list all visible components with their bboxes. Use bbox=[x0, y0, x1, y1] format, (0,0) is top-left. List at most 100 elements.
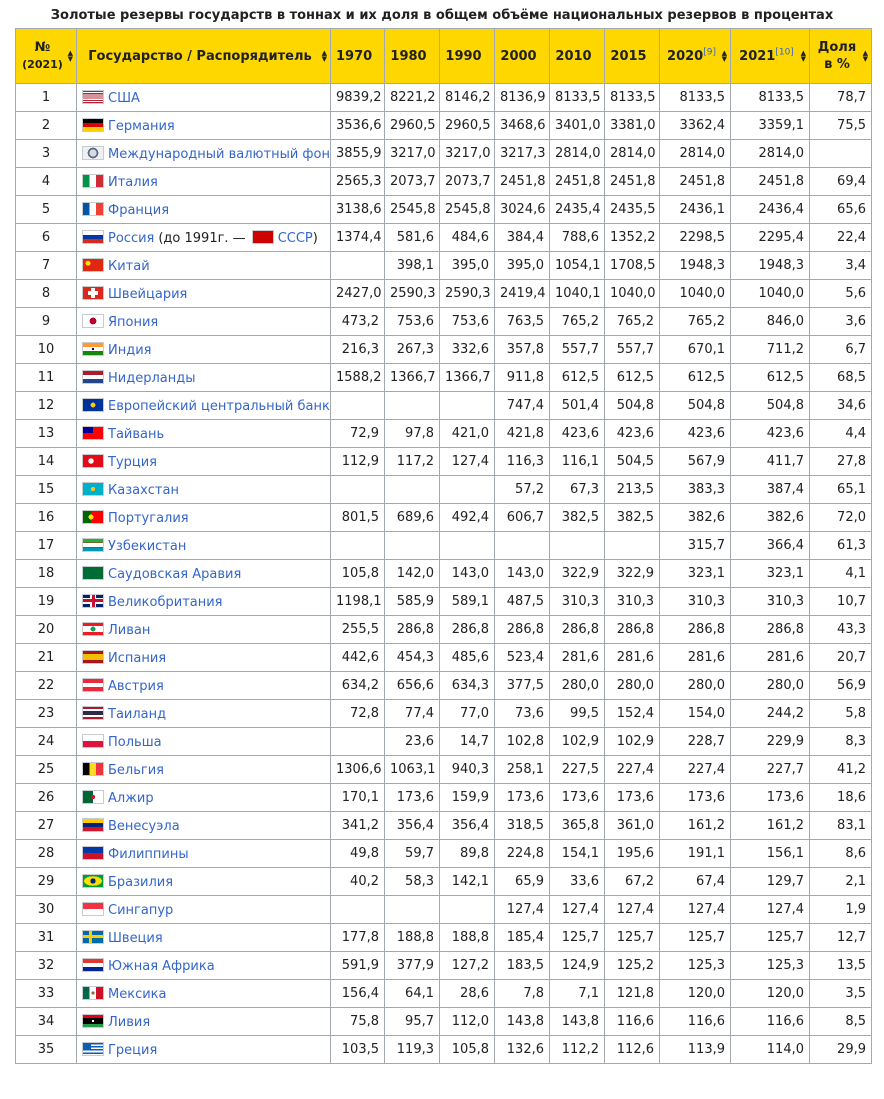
country-link[interactable]: Индия bbox=[108, 343, 151, 358]
rank-cell: 35 bbox=[15, 1035, 77, 1064]
value-cell-1990 bbox=[439, 391, 495, 420]
country-link[interactable]: Польша bbox=[108, 735, 162, 750]
value-cell-2020: 2298,5 bbox=[659, 223, 731, 252]
col-header-rank[interactable]: № (2021) ▲ ▼ bbox=[15, 28, 77, 84]
table-row: 9 Япония 473,2 753,6 753,6 763,5 765,2 765,2 765… bbox=[15, 307, 872, 336]
country-link[interactable]: Сингапур bbox=[108, 903, 173, 918]
value-cell-1970: 442,6 bbox=[330, 643, 385, 672]
value-cell-2000: 2419,4 bbox=[494, 279, 550, 308]
value-cell-1990: 105,8 bbox=[439, 1035, 495, 1064]
value-cell-1980: 656,6 bbox=[384, 671, 440, 700]
country-link[interactable]: Саудовская Аравия bbox=[108, 567, 241, 582]
table-row: 26 Алжир 170,1 173,6 159,9 173,6 173,6 173,6 173… bbox=[15, 783, 872, 812]
value-cell-1970 bbox=[330, 251, 385, 280]
value-cell-share: 1,9 bbox=[809, 895, 872, 924]
country-link[interactable]: Тайвань bbox=[108, 427, 164, 442]
country-link[interactable]: Германия bbox=[108, 119, 175, 134]
value-cell-2021: 366,4 bbox=[730, 531, 810, 560]
value-cell-2015: 227,4 bbox=[604, 755, 660, 784]
value-cell-share: 29,9 bbox=[809, 1035, 872, 1064]
country-link[interactable]: Китай bbox=[108, 259, 150, 274]
country-link[interactable]: Великобритания bbox=[108, 595, 223, 610]
reference-link[interactable]: [10] bbox=[775, 47, 793, 57]
country-link[interactable]: Международный валютный фонд bbox=[108, 147, 330, 162]
country-cell: Испания bbox=[76, 643, 331, 672]
value-cell-1970: 801,5 bbox=[330, 503, 385, 532]
table-row: 3 Международный валютный фонд 3855,9 3217,0… bbox=[15, 139, 872, 168]
value-cell-share: 20,7 bbox=[809, 643, 872, 672]
col-header-share[interactable]: Доля в % ▲ ▼ bbox=[809, 28, 872, 84]
country-link[interactable]: Турция bbox=[108, 455, 157, 470]
country-link[interactable]: Мексика bbox=[108, 987, 166, 1002]
value-cell-1980: 119,3 bbox=[384, 1035, 440, 1064]
country-link[interactable]: Италия bbox=[108, 175, 158, 190]
value-cell-1990: 127,4 bbox=[439, 447, 495, 476]
country-cell: Швейцария bbox=[76, 279, 331, 308]
value-cell-share: 69,4 bbox=[809, 167, 872, 196]
col-header-1990[interactable]: 1990 bbox=[439, 28, 495, 84]
col-header-1980[interactable]: 1980 bbox=[384, 28, 440, 84]
value-cell-2015: 173,6 bbox=[604, 783, 660, 812]
value-cell-2010: 227,5 bbox=[549, 755, 605, 784]
value-cell-1980: 356,4 bbox=[384, 811, 440, 840]
country-link[interactable]: Греция bbox=[108, 1043, 157, 1058]
value-cell-2000: 395,0 bbox=[494, 251, 550, 280]
country-link[interactable]: Южная Африка bbox=[108, 959, 215, 974]
value-cell-2000: 286,8 bbox=[494, 615, 550, 644]
sort-icon[interactable]: ▲ ▼ bbox=[68, 50, 73, 63]
sort-icon[interactable]: ▲ ▼ bbox=[322, 50, 327, 63]
country-link[interactable]: Таиланд bbox=[108, 707, 166, 722]
col-header-1970[interactable]: 1970 bbox=[330, 28, 385, 84]
country-link[interactable]: Нидерланды bbox=[108, 371, 196, 386]
value-cell-2010: 127,4 bbox=[549, 895, 605, 924]
col-header-2000[interactable]: 2000 bbox=[494, 28, 550, 84]
value-cell-1970: 9839,2 bbox=[330, 83, 385, 112]
value-cell-2021: 116,6 bbox=[730, 1007, 810, 1036]
rank-cell: 10 bbox=[15, 335, 77, 364]
country-link[interactable]: Филиппины bbox=[108, 847, 189, 862]
country-link[interactable]: Казахстан bbox=[108, 483, 179, 498]
value-cell-1970: 1198,1 bbox=[330, 587, 385, 616]
value-cell-1980: 117,2 bbox=[384, 447, 440, 476]
value-cell-1970: 3536,6 bbox=[330, 111, 385, 140]
flag-switzerland-icon bbox=[82, 285, 104, 300]
col-header-1990-label: 1990 bbox=[445, 48, 482, 64]
value-cell-2020: 125,3 bbox=[659, 951, 731, 980]
col-header-2021[interactable]: 2021[10] ▲ ▼ bbox=[730, 28, 810, 84]
country-link[interactable]: СССР bbox=[278, 231, 313, 246]
country-link[interactable]: Узбекистан bbox=[108, 539, 186, 554]
country-link[interactable]: Япония bbox=[108, 315, 158, 330]
reference-link[interactable]: [9] bbox=[703, 47, 716, 57]
country-link[interactable]: Австрия bbox=[108, 679, 164, 694]
country-link[interactable]: Ливия bbox=[108, 1015, 150, 1030]
country-link[interactable]: Бразилия bbox=[108, 875, 173, 890]
sort-icon[interactable]: ▲ ▼ bbox=[863, 50, 868, 63]
country-link[interactable]: Бельгия bbox=[108, 763, 164, 778]
country-link[interactable]: Алжир bbox=[108, 791, 154, 806]
table-row: 33 Мексика 156,4 64,1 28,6 7,8 7,1 121,8 120,0 12… bbox=[15, 979, 872, 1008]
country-link[interactable]: Европейский центральный банк bbox=[108, 399, 330, 414]
value-cell-2020: 423,6 bbox=[659, 419, 731, 448]
value-cell-2000: 143,0 bbox=[494, 559, 550, 588]
value-cell-1970: 72,8 bbox=[330, 699, 385, 728]
country-link[interactable]: США bbox=[108, 91, 140, 106]
sort-icon[interactable]: ▲ ▼ bbox=[801, 50, 806, 63]
country-link[interactable]: Венесуэла bbox=[108, 819, 180, 834]
country-link[interactable]: Швейцария bbox=[108, 287, 187, 302]
country-link[interactable]: Швеция bbox=[108, 931, 163, 946]
country-cell: Германия bbox=[76, 111, 331, 140]
sort-icon[interactable]: ▲ ▼ bbox=[722, 50, 727, 63]
country-link[interactable]: Португалия bbox=[108, 511, 189, 526]
country-link[interactable]: Ливан bbox=[108, 623, 150, 638]
col-header-2020[interactable]: 2020[9] ▲ ▼ bbox=[659, 28, 731, 84]
country-link[interactable]: Россия bbox=[108, 231, 154, 246]
col-header-country[interactable]: Государство / Распорядитель ▲ ▼ bbox=[76, 28, 331, 84]
col-header-2010[interactable]: 2010 bbox=[549, 28, 605, 84]
col-header-2015[interactable]: 2015 bbox=[604, 28, 660, 84]
table-row: 12 Европейский центральный банк 747,4 501,4… bbox=[15, 391, 872, 420]
rank-cell: 6 bbox=[15, 223, 77, 252]
value-cell-share: 41,2 bbox=[809, 755, 872, 784]
country-link[interactable]: Испания bbox=[108, 651, 166, 666]
country-link[interactable]: Франция bbox=[108, 203, 169, 218]
table-row: 10 Индия 216,3 267,3 332,6 357,8 557,7 557,7 670… bbox=[15, 335, 872, 364]
